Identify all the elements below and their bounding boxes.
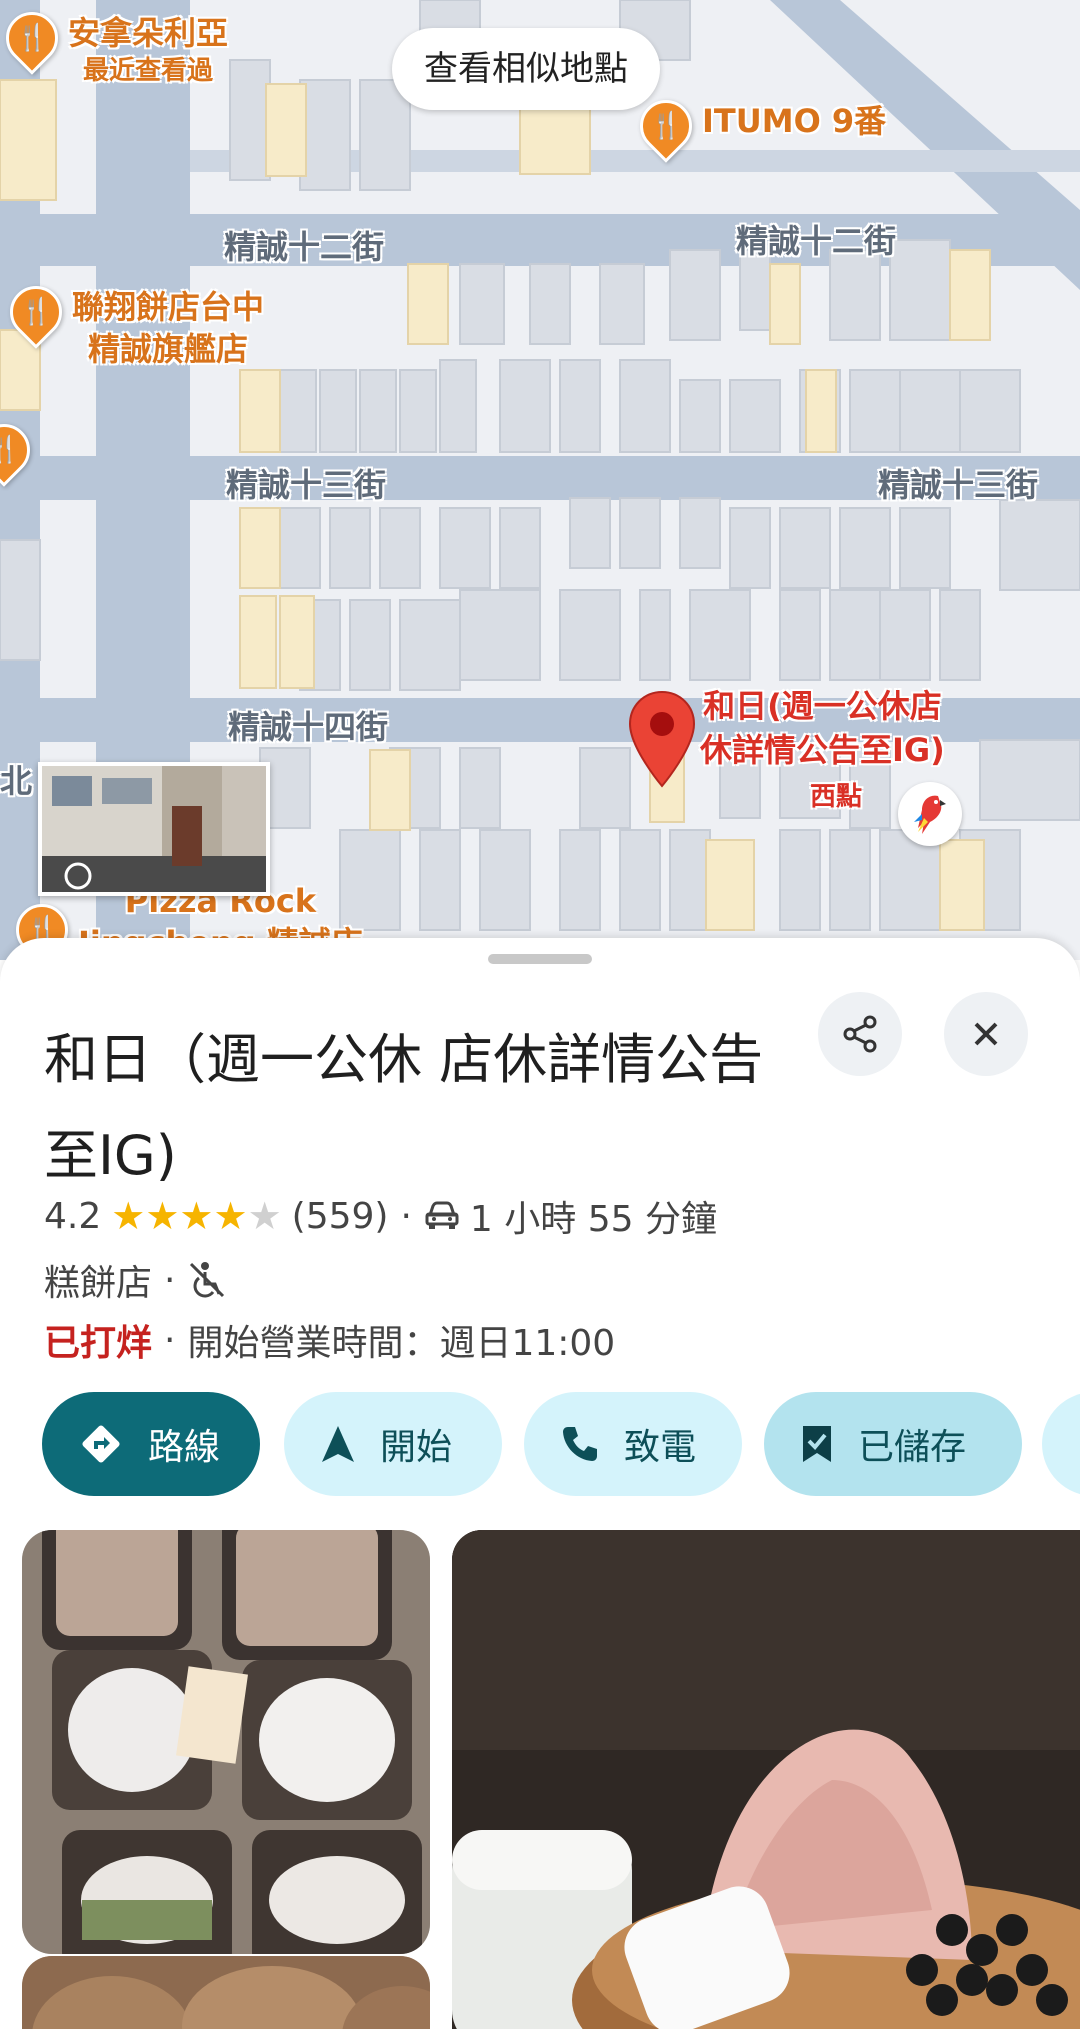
- restaurant-icon: 🍴: [0, 1, 69, 75]
- directions-button[interactable]: 路線: [42, 1392, 260, 1496]
- drag-handle[interactable]: [488, 954, 592, 964]
- star-empty-icon: ★: [247, 1194, 282, 1238]
- rating-stars: ★ ★ ★ ★ ★: [111, 1196, 281, 1236]
- directions-icon: [82, 1425, 120, 1463]
- review-count: (559): [291, 1195, 389, 1237]
- place-photo[interactable]: [452, 1530, 1080, 2029]
- star-icon: ★: [213, 1194, 248, 1238]
- category-row: 糕餅店 ·: [44, 1254, 227, 1306]
- place-category: 糕餅店: [44, 1263, 153, 1304]
- saved-button[interactable]: 已儲存: [764, 1392, 1022, 1496]
- poi-marker[interactable]: 🍴 ITUMO 9番: [629, 89, 887, 163]
- navigation-arrow-icon: [322, 1426, 354, 1462]
- open-status: 已打烊: [44, 1323, 153, 1364]
- poi-subtitle: 最近查看過: [83, 56, 214, 86]
- rating-value: 4.2: [44, 1195, 102, 1237]
- street-label-edge: 北: [0, 762, 33, 800]
- selected-place-category: 西點: [810, 782, 863, 812]
- poi-name: 安拿朵利亞: [68, 14, 229, 52]
- place-title: 和日（週一公休 店休詳情公告至IG): [44, 1028, 764, 1187]
- poi-marker[interactable]: 🍴 安拿朵利亞 最近查看過: [0, 1, 229, 88]
- star-icon: ★: [145, 1194, 180, 1238]
- parrot-icon[interactable]: [898, 782, 962, 846]
- star-icon: ★: [179, 1194, 214, 1238]
- restaurant-icon: 🍴: [629, 89, 703, 163]
- drive-time: 1 小時 55 分鐘: [469, 1199, 717, 1240]
- selected-place-label[interactable]: 和日(週一公休店 休詳情公告至IG): [700, 684, 945, 772]
- call-button[interactable]: 致電: [524, 1392, 742, 1496]
- close-icon: [974, 1022, 998, 1046]
- poi-name: ITUMO 9番: [702, 102, 887, 140]
- rating-row[interactable]: 4.2 ★ ★ ★ ★ ★ (559) · 1 小時 55 分鐘: [44, 1190, 717, 1242]
- car-icon: [425, 1201, 459, 1229]
- start-navigation-button[interactable]: 開始: [284, 1392, 502, 1496]
- bookmark-check-icon: [803, 1426, 831, 1462]
- saved-label: 已儲存: [858, 1427, 967, 1468]
- poi-name: 聯翔餅店台中: [72, 288, 265, 326]
- street-label: 精誠十三街: [878, 466, 1039, 504]
- place-photo[interactable]: [22, 1530, 430, 1954]
- share-icon: [843, 1015, 877, 1053]
- phone-icon: [563, 1427, 597, 1461]
- poi-marker[interactable]: 🍴: [0, 413, 41, 487]
- opening-hours: 開始營業時間：週日11:00: [187, 1323, 616, 1364]
- street-view-thumbnail[interactable]: [38, 762, 270, 896]
- street-label: 精誠十二街: [736, 222, 897, 260]
- poi-subtitle: 精誠旗艦店: [88, 330, 249, 368]
- poi-marker[interactable]: 🍴 聯翔餅店台中 精誠旗艦店: [0, 275, 265, 370]
- see-similar-places-button[interactable]: 查看相似地點: [392, 28, 660, 110]
- directions-label: 路線: [148, 1427, 221, 1468]
- star-icon: ★: [111, 1194, 146, 1238]
- street-label: 精誠十二街: [224, 228, 385, 266]
- place-details-sheet[interactable]: 和日（週一公休 店休詳情公告至IG) 4.2 ★ ★ ★ ★ ★ (559) ·: [0, 938, 1080, 2029]
- selected-place-name-line1: 和日(週一公休店: [703, 687, 942, 725]
- start-label: 開始: [380, 1427, 453, 1468]
- call-label: 致電: [624, 1427, 697, 1468]
- hours-row[interactable]: 已打烊 · 開始營業時間：週日11:00: [44, 1314, 615, 1366]
- street-label: 精誠十三街: [226, 466, 387, 504]
- share-button[interactable]: [818, 992, 902, 1076]
- not-wheelchair-accessible-icon: [190, 1262, 225, 1298]
- selected-location-pin-icon[interactable]: [628, 690, 696, 788]
- restaurant-icon: 🍴: [0, 275, 73, 349]
- more-actions-button[interactable]: [1042, 1392, 1080, 1496]
- map-view[interactable]: 查看相似地點 精誠十二街 精誠十二街 精誠十三街 精誠十三街 精誠十四街 北 🍴…: [0, 0, 1080, 960]
- place-photo[interactable]: [22, 1956, 430, 2029]
- close-button[interactable]: [944, 992, 1028, 1076]
- selected-place-name-line2: 休詳情公告至IG): [700, 731, 945, 769]
- street-label: 精誠十四街: [228, 708, 389, 746]
